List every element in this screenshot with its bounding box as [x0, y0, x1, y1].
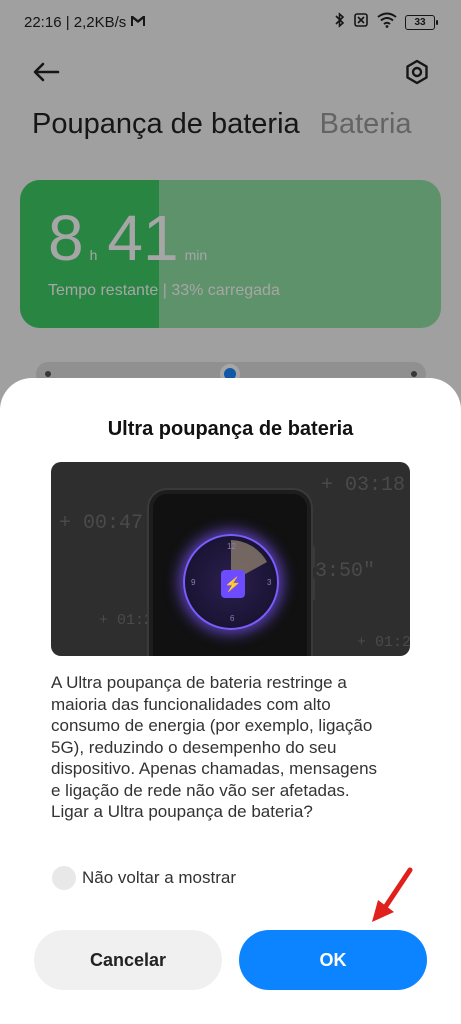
cancel-button[interactable]: Cancelar	[34, 930, 222, 990]
clock-number: 3	[267, 578, 272, 587]
ghost-timer: + 01:2	[99, 612, 154, 629]
ultra-saver-dialog: Ultra poupança de bateria + 03:18 + 00:4…	[0, 378, 461, 1024]
dont-show-again-label: Não voltar a mostrar	[82, 868, 236, 887]
ghost-timer: 3:50"	[315, 560, 376, 583]
clock-number: 6	[230, 614, 235, 623]
phone-illustration: 12 3 6 9 ⚡	[149, 490, 315, 656]
clock-illustration: 12 3 6 9 ⚡	[183, 534, 279, 630]
dialog-title: Ultra poupança de bateria	[107, 418, 354, 440]
ok-button[interactable]: OK	[239, 930, 427, 990]
clock-number: 9	[191, 578, 196, 587]
ghost-timer: + 00:47	[59, 512, 144, 535]
clock-number: 12	[227, 542, 236, 551]
phone-side-button	[311, 578, 315, 600]
dont-show-again-checkbox[interactable]: Não voltar a mostrar	[52, 866, 236, 890]
checkbox-circle[interactable]	[52, 866, 76, 890]
battery-bolt-icon: ⚡	[221, 570, 245, 598]
phone-side-button	[311, 546, 315, 568]
red-arrow-annotation-icon	[372, 867, 413, 922]
ghost-timer: + 01:2	[357, 634, 410, 651]
ghost-timer: + 03:18	[321, 474, 406, 497]
dialog-description: A Ultra poupança de bateria restringe a …	[51, 673, 378, 821]
dialog-illustration: + 03:18 + 00:47 3:50" + 01:2 + 01:2 12 3…	[51, 462, 410, 656]
